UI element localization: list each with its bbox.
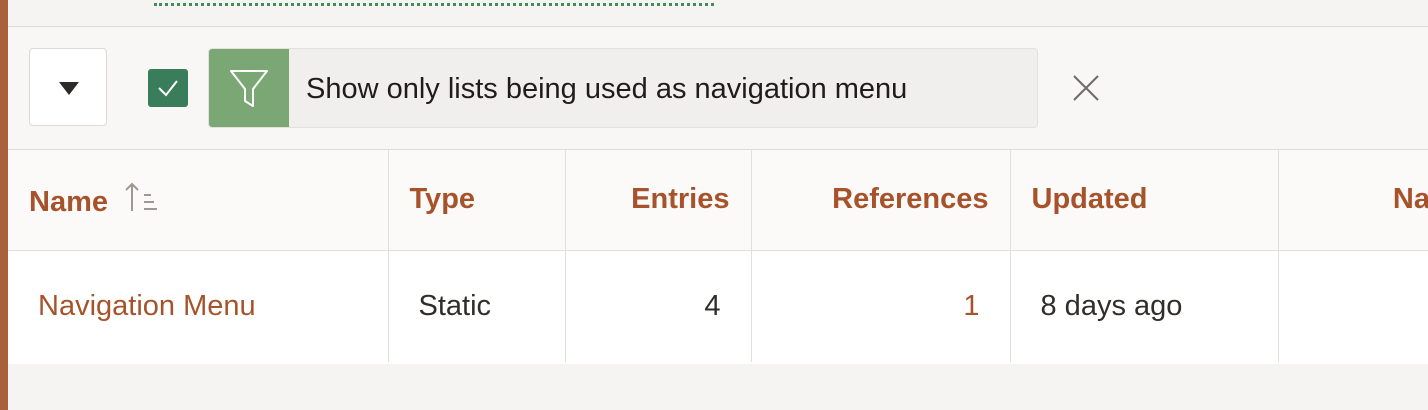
cell-type: Static (388, 250, 566, 362)
actions-dropdown-button[interactable] (29, 48, 107, 126)
cell-entries: 4 (565, 250, 752, 362)
close-icon (1073, 75, 1099, 101)
filter-funnel-icon (230, 70, 268, 107)
check-icon (158, 80, 178, 97)
chevron-down-icon (59, 82, 79, 95)
filter-icon-box (209, 49, 289, 127)
remove-filter-button[interactable] (1071, 73, 1101, 103)
table-row: Navigation Menu Static 4 1 8 days ago (8, 250, 1428, 362)
cell-references-link[interactable]: 1 (751, 250, 1011, 362)
column-header-type[interactable]: Type (388, 150, 566, 251)
filter-label: Show only lists being used as navigation… (306, 73, 908, 105)
filter-enabled-checkbox[interactable] (148, 69, 188, 107)
top-tab-strip (8, 0, 1428, 27)
cell-name-link[interactable]: Navigation Menu (8, 250, 389, 362)
left-accent-bar (0, 0, 8, 410)
cell-navigation (1278, 250, 1428, 362)
filter-chip[interactable]: Show only lists being used as navigation… (208, 48, 1038, 128)
table-footer-area (8, 364, 1428, 410)
list-manager-page: Show only lists being used as navigation… (0, 0, 1428, 410)
column-header-updated[interactable]: Updated (1010, 150, 1279, 251)
cell-updated: 8 days ago (1010, 250, 1279, 362)
table-header-row: Name Type Entries References Updated N (8, 150, 1428, 251)
column-header-label: Name (29, 185, 108, 218)
column-header-name[interactable]: Name (8, 150, 389, 251)
column-header-references[interactable]: References (751, 150, 1011, 251)
sort-ascending-icon (125, 182, 158, 211)
column-header-entries[interactable]: Entries (565, 150, 752, 251)
active-tab-indicator (154, 3, 714, 6)
report-toolbar: Show only lists being used as navigation… (8, 27, 1428, 149)
column-header-navigation[interactable]: Naviga (1278, 150, 1428, 251)
lists-table: Name Type Entries References Updated N N… (8, 149, 1428, 365)
